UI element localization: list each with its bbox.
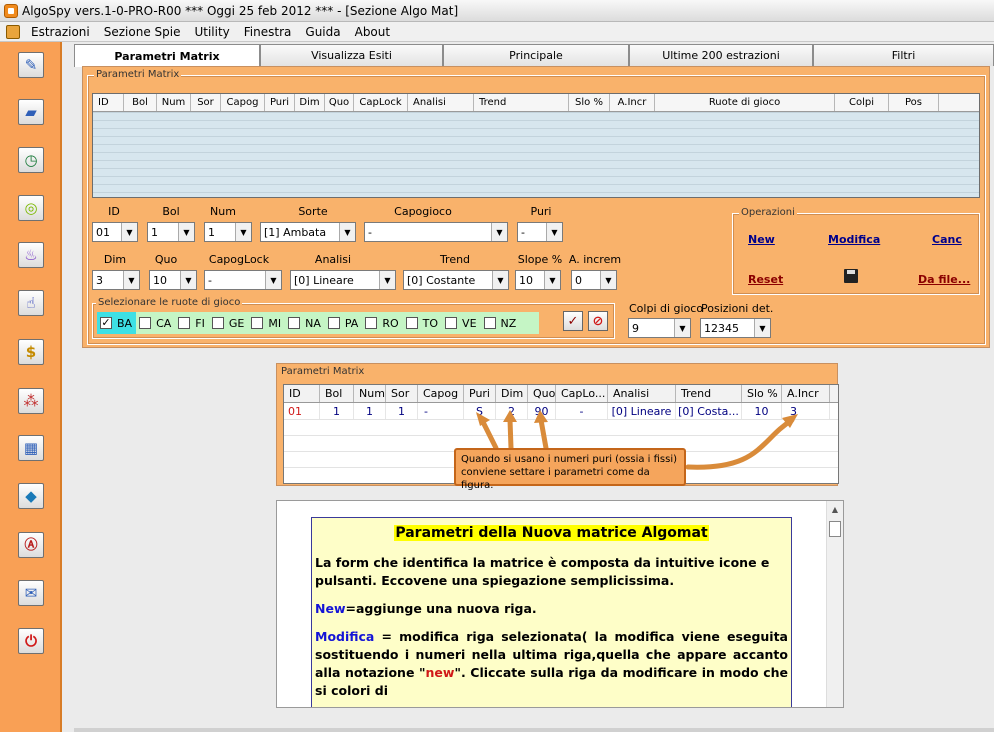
scroll-thumb[interactable] xyxy=(829,521,841,537)
arrowhead-puri xyxy=(476,412,490,426)
callout-note: Quando si usano i numeri puri (ossia i f… xyxy=(454,448,686,491)
arrow-puri xyxy=(479,417,499,451)
doc-modifica-word: Modifica xyxy=(315,629,375,644)
doc-new-paragraph: New=aggiunge una nuova riga. xyxy=(315,600,788,618)
arrowhead-quo xyxy=(534,410,548,423)
arrow-quo xyxy=(538,417,549,451)
doc-new-word: New xyxy=(315,601,346,616)
doc-title-text: Parametri della Nuova matrice Algomat xyxy=(394,525,709,541)
doc-intro: La form che identifica la matrice è comp… xyxy=(315,555,770,588)
arrow-aincr xyxy=(685,417,795,470)
doc-modifica-new: new xyxy=(425,665,455,680)
doc-modifica-paragraph: Modifica = modifica riga selezionata( la… xyxy=(315,628,788,700)
doc-new-text: =aggiunge una nuova riga. xyxy=(345,601,537,616)
scroll-up-icon[interactable]: ▲ xyxy=(827,501,843,517)
help-document[interactable]: Parametri della Nuova matrice Algomat La… xyxy=(276,500,844,708)
help-document-page: Parametri della Nuova matrice Algomat La… xyxy=(311,517,792,707)
doc-scrollbar[interactable]: ▲ xyxy=(826,501,843,707)
arrow-dim xyxy=(507,417,514,451)
doc-title: Parametri della Nuova matrice Algomat xyxy=(315,524,788,542)
arrowhead-dim xyxy=(503,410,517,422)
bottom-border xyxy=(74,728,994,732)
